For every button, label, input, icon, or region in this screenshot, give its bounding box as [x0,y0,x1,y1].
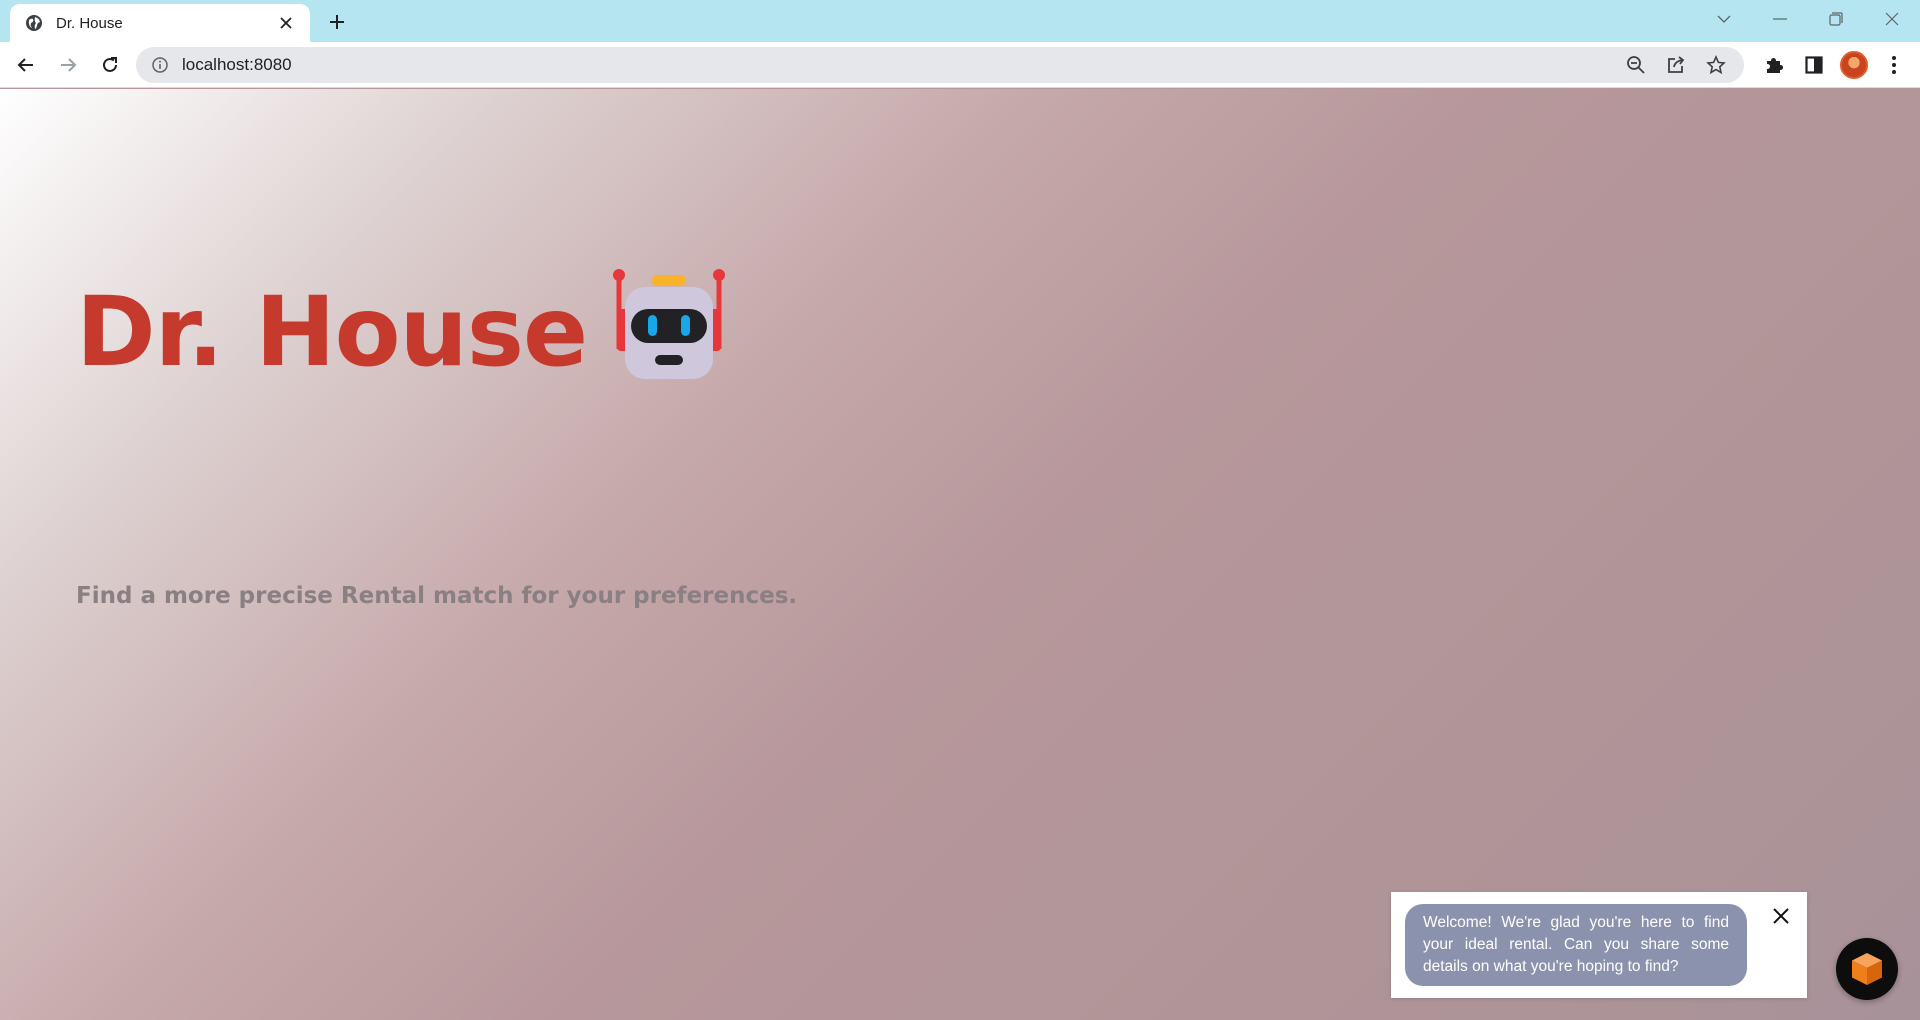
tab-search-button[interactable] [1696,0,1752,38]
restore-button[interactable] [1808,0,1864,38]
kebab-menu-icon [1892,56,1896,74]
forward-button[interactable] [48,45,88,85]
hero-heading: Dr. House [76,269,729,388]
side-panel-button[interactable] [1794,45,1834,85]
side-panel-icon [1805,56,1823,74]
close-window-button[interactable] [1864,0,1920,38]
address-bar[interactable]: localhost:8080 [136,47,1744,83]
tab-close-icon[interactable] [276,13,296,33]
tab-strip: Dr. House [0,0,1920,42]
tab-title: Dr. House [56,14,123,32]
zoom-out-icon[interactable] [1616,47,1656,83]
browser-toolbar: localhost:8080 [0,42,1920,88]
globe-icon [24,13,44,33]
arrow-left-icon [17,57,33,72]
avatar [1840,51,1868,79]
browser-tab-active[interactable]: Dr. House [10,4,310,42]
close-icon [1885,12,1899,26]
menu-button[interactable] [1874,45,1914,85]
reload-button[interactable] [90,45,130,85]
tagline: Find a more precise Rental match for you… [76,583,798,609]
arrow-right-icon [61,57,77,72]
window-controls [1696,0,1920,38]
back-button[interactable] [6,45,46,85]
plus-icon [330,15,344,29]
robot-icon [613,269,726,379]
chat-close-icon[interactable] [1769,904,1793,928]
minimize-button[interactable] [1752,0,1808,38]
chat-message: Welcome! We're glad you're here to find … [1405,904,1747,986]
chevron-down-icon [1717,15,1731,23]
star-bookmark-icon[interactable] [1696,47,1736,83]
chat-welcome-popup: Welcome! We're glad you're here to find … [1391,892,1807,998]
url-text[interactable]: localhost:8080 [182,55,1616,75]
page-title: Dr. House [76,276,588,388]
puzzle-icon [1767,58,1783,73]
new-tab-button[interactable] [324,9,350,35]
restore-icon [1829,12,1843,26]
reload-icon [103,56,117,72]
toolbar-right [1754,45,1914,85]
page-viewport: Dr. House Find a more precise Rental mat… [0,89,1920,1020]
share-icon[interactable] [1656,47,1696,83]
minimize-icon [1773,18,1787,20]
chat-launcher-button[interactable] [1836,938,1898,1000]
extensions-button[interactable] [1754,45,1794,85]
info-icon[interactable] [150,55,170,75]
profile-button[interactable] [1834,45,1874,85]
omnibox-actions [1616,47,1736,83]
orange-cube-icon [1852,953,1882,985]
